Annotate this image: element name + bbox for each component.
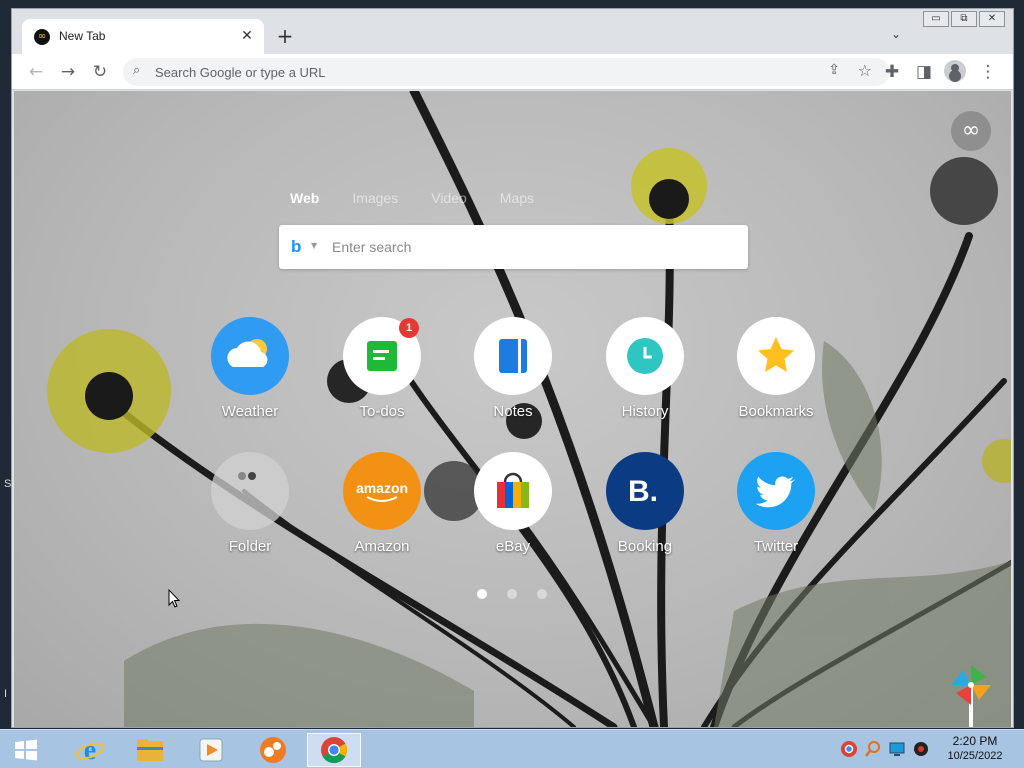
clock-icon	[606, 317, 684, 395]
page-indicator	[477, 589, 547, 599]
page-dot[interactable]	[537, 589, 547, 599]
shortcut-label: To-dos	[359, 403, 405, 420]
svg-text:e: e	[84, 735, 96, 765]
ebay-bag-icon	[474, 452, 552, 530]
file-explorer-icon[interactable]	[123, 733, 177, 767]
tab-maps[interactable]: Maps	[500, 190, 534, 206]
desktop-fragment: I	[4, 688, 8, 700]
close-tab-icon[interactable]: ✕	[238, 27, 256, 45]
clock-time: 2:20 PM	[952, 734, 998, 748]
shortcut-label: Notes	[493, 403, 533, 420]
ntp-search-box: b ▼	[279, 225, 748, 269]
windows-start-icon[interactable]	[14, 739, 38, 761]
tab-web[interactable]: Web	[290, 190, 319, 206]
bing-logo-icon[interactable]: b	[291, 237, 301, 257]
shortcut-booking[interactable]: B. Booking	[590, 452, 700, 555]
bookmark-star-icon[interactable]: ☆	[858, 61, 872, 80]
ntp-search-input[interactable]	[332, 238, 732, 256]
restore-button[interactable]: ⧉	[951, 11, 977, 27]
page-dot[interactable]	[507, 589, 517, 599]
weather-icon	[211, 317, 289, 395]
engine-dropdown-icon[interactable]: ▼	[311, 241, 317, 250]
tab-video[interactable]: Video	[431, 190, 467, 206]
shortcut-label: Amazon	[354, 538, 410, 555]
notes-icon	[474, 317, 552, 395]
address-bar-input[interactable]	[155, 63, 795, 81]
mouse-cursor-icon	[168, 589, 180, 608]
booking-icon: B.	[606, 452, 684, 530]
shortcut-twitter[interactable]: Twitter	[721, 452, 831, 555]
taskbar: e 2:20 PM 10/25/2022	[0, 729, 1024, 768]
app-icon[interactable]	[246, 733, 300, 767]
profile-avatar[interactable]	[944, 60, 966, 82]
taskbar-clock[interactable]: 2:20 PM 10/25/2022	[942, 734, 1008, 762]
system-tray	[840, 740, 930, 758]
pinwheel-icon[interactable]	[946, 663, 996, 727]
search-icon: ⌕	[133, 63, 141, 78]
shortcut-label: Twitter	[753, 538, 799, 555]
omnibox[interactable]: ⌕ ⇪ ☆	[123, 58, 890, 86]
shortcut-bookmarks[interactable]: Bookmarks	[721, 317, 831, 420]
share-icon[interactable]: ⇪	[828, 62, 840, 78]
tab-new-tab[interactable]: ∞ New Tab ✕	[22, 19, 264, 54]
browser-toolbar: ← → ↻ ⌕ ⇪ ☆ ✚ ◨ ⋮	[12, 54, 1013, 90]
network-icon[interactable]	[888, 740, 906, 758]
clock-date: 10/25/2022	[947, 750, 1003, 762]
forward-button[interactable]: →	[56, 60, 80, 84]
side-panel-icon[interactable]: ◨	[912, 60, 936, 84]
shortcut-ebay[interactable]: eBay	[458, 452, 568, 555]
shortcut-amazon[interactable]: amazon Amazon	[327, 452, 437, 555]
shortcut-label: History	[621, 403, 669, 420]
reload-button[interactable]: ↻	[88, 60, 112, 84]
shortcut-label: Weather	[221, 403, 279, 420]
infinity-menu-button[interactable]: ∞	[951, 111, 991, 151]
todo-icon: 1	[343, 317, 421, 395]
shortcut-todos[interactable]: 1 To-dos	[327, 317, 437, 420]
browser-window: ∞ New Tab ✕ + ⌄ ▭ ⧉ ✕ ← → ↻ ⌕ ⇪ ☆ ✚ ◨ ⋮	[11, 8, 1014, 728]
back-button[interactable]: ←	[24, 60, 48, 84]
shortcut-label: Booking	[617, 538, 673, 555]
amazon-logo-text: amazon	[356, 480, 408, 496]
new-tab-button[interactable]: +	[274, 25, 296, 47]
search-tray-icon[interactable]	[864, 740, 882, 758]
twitter-bird-icon	[737, 452, 815, 530]
tab-images[interactable]: Images	[352, 190, 398, 206]
chrome-icon[interactable]	[307, 733, 361, 767]
shortcut-history[interactable]: History	[590, 317, 700, 420]
tab-search-chevron-icon[interactable]: ⌄	[887, 27, 905, 45]
folder-icon	[211, 452, 289, 530]
extensions-puzzle-icon[interactable]: ✚	[880, 60, 904, 84]
shortcut-weather[interactable]: Weather	[195, 317, 305, 420]
page-dot[interactable]	[477, 589, 487, 599]
shortcut-folder[interactable]: Folder	[195, 452, 305, 555]
tab-favicon-icon: ∞	[34, 29, 50, 45]
shortcut-notes[interactable]: Notes	[458, 317, 568, 420]
tab-title: New Tab	[59, 29, 106, 43]
booking-logo-text: B.	[628, 475, 658, 508]
minimize-button[interactable]: ▭	[923, 11, 949, 27]
chrome-tray-icon[interactable]	[840, 740, 858, 758]
internet-explorer-icon[interactable]: e	[63, 733, 117, 767]
menu-kebab-icon[interactable]: ⋮	[976, 60, 1000, 84]
shortcut-label: eBay	[495, 538, 531, 555]
new-tab-page: ∞ Web Images Video Maps b ▼ Weather 1 To…	[14, 91, 1011, 727]
shortcut-label: Folder	[228, 538, 272, 555]
amazon-icon: amazon	[343, 452, 421, 530]
close-window-button[interactable]: ✕	[979, 11, 1005, 27]
notification-badge: 1	[399, 318, 419, 338]
shortcut-label: Bookmarks	[738, 403, 814, 420]
window-controls: ▭ ⧉ ✕	[923, 11, 1005, 27]
media-player-icon[interactable]	[184, 733, 238, 767]
tab-strip: ∞ New Tab ✕ + ⌄ ▭ ⧉ ✕	[12, 9, 1013, 54]
star-icon	[737, 317, 815, 395]
search-category-tabs: Web Images Video Maps	[290, 190, 567, 206]
volume-icon[interactable]	[912, 740, 930, 758]
